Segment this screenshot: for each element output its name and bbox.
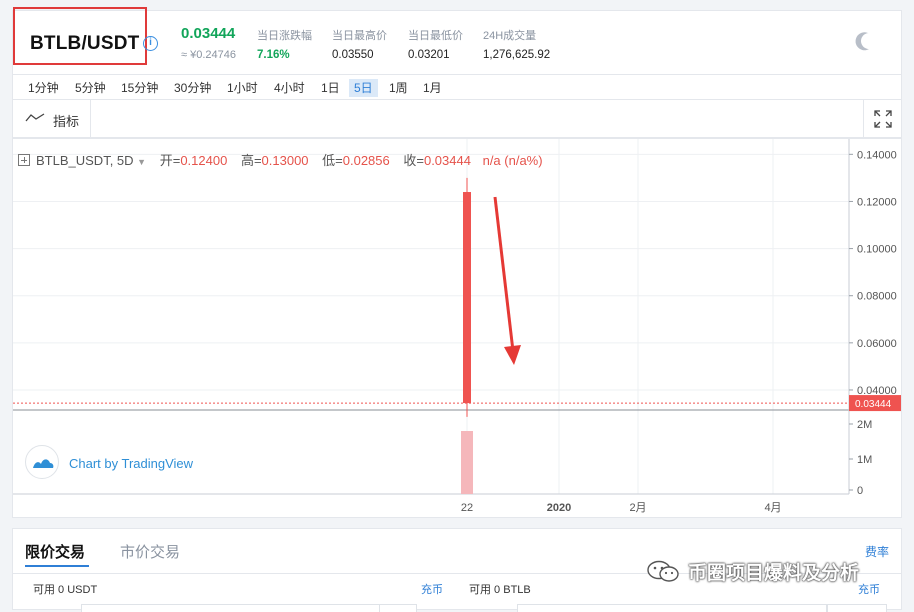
time-tick-label: 22	[461, 502, 473, 514]
volume-bar	[461, 431, 473, 494]
last-price: 0.03444	[181, 25, 236, 42]
sell-price-unit	[827, 604, 887, 612]
chart-toolbar: 指标	[12, 100, 902, 138]
symbol-label[interactable]: BTLB_USDT, 5D	[36, 153, 134, 168]
stat-label: 当日涨跌幅	[257, 30, 312, 42]
stat-value: 0.03550	[332, 49, 374, 61]
ticker-header: BTLB/USDT i 0.03444 ≈ ¥0.24746 当日涨跌幅 7.1…	[12, 7, 902, 74]
close-value: 0.03444	[423, 153, 471, 168]
interval-30m[interactable]: 30分钟	[169, 79, 216, 97]
indicator-wave-icon	[25, 113, 45, 122]
interval-bar: 1分钟 5分钟 15分钟 30分钟 1小时 4小时 1日 5日 1周 1月	[12, 74, 902, 100]
annotation-arrow-head	[504, 345, 521, 365]
stat-label: 24H成交量	[483, 30, 537, 42]
time-tick-label: 2月	[629, 502, 646, 514]
stat-change: 当日涨跌幅 7.16%	[257, 27, 312, 61]
annotation-arrow-shaft	[493, 196, 515, 352]
active-tab-underline	[25, 565, 89, 567]
close-label: 收=	[403, 153, 424, 168]
sell-price-input[interactable]	[517, 604, 827, 612]
sell-available: 可用 0 BTLB	[469, 584, 531, 596]
price-chart[interactable]: 0.03444 0.14000 0.12000 0.10000 0.08000 0.060…	[12, 138, 902, 518]
buy-deposit-link[interactable]: 充币	[421, 581, 443, 597]
price-tick-label: 0.10000	[857, 244, 897, 256]
tradingview-label[interactable]: Chart by TradingView	[69, 456, 193, 471]
low-label: 低=	[322, 153, 343, 168]
tab-limit-order[interactable]: 限价交易	[25, 541, 85, 562]
sell-deposit-link[interactable]: 充币	[858, 581, 880, 597]
price-tick-label: 0.14000	[857, 149, 897, 161]
interval-15m[interactable]: 15分钟	[116, 79, 163, 97]
candle-body	[463, 192, 471, 404]
pair-title[interactable]: BTLB/USDT	[30, 33, 139, 55]
price-tick-label: 0.12000	[857, 196, 897, 208]
stat-volume: 24H成交量 1,276,625.92	[483, 27, 550, 61]
volume-tick-label: 1M	[857, 454, 872, 466]
interval-5d[interactable]: 5日	[349, 79, 378, 97]
interval-1h[interactable]: 1小时	[222, 79, 263, 97]
stat-label: 当日最高价	[332, 30, 387, 42]
exchange-page: BTLB/USDT i 0.03444 ≈ ¥0.24746 当日涨跌幅 7.1…	[0, 0, 914, 612]
open-value: 0.12400	[180, 153, 228, 168]
info-icon[interactable]: i	[143, 36, 158, 51]
tab-market-order[interactable]: 市价交易	[120, 541, 180, 562]
change-value: n/a (n/a%)	[482, 153, 543, 168]
time-tick-label: 4月	[764, 502, 781, 514]
stat-value: 0.03201	[408, 49, 450, 61]
interval-1mo[interactable]: 1月	[418, 79, 447, 97]
buy-price-input[interactable]	[81, 604, 381, 612]
dropdown-caret-icon[interactable]: ▼	[137, 157, 146, 167]
wechat-icon	[647, 560, 679, 582]
price-tick-label: 0.04000	[857, 385, 897, 397]
high-value: 0.13000	[261, 153, 309, 168]
stat-label: 当日最低价	[408, 30, 463, 42]
interval-4h[interactable]: 4小时	[269, 79, 310, 97]
chart-legend: BTLB_USDT, 5D ▼ 开=0.12400 高=0.13000 低=0.…	[18, 150, 543, 169]
price-tick-label: 0.06000	[857, 338, 897, 350]
last-price-tag-label: 0.03444	[855, 399, 892, 410]
open-label: 开=	[159, 153, 181, 168]
volume-tick-label: 0	[857, 485, 863, 497]
stat-value: 7.16%	[257, 49, 290, 61]
expand-legend-icon[interactable]	[18, 154, 30, 166]
price-tick-label: 0.08000	[857, 291, 897, 303]
fullscreen-button[interactable]	[863, 100, 901, 137]
indicators-button[interactable]: 指标	[13, 100, 91, 137]
moon-icon[interactable]	[858, 30, 880, 52]
cny-price: ≈ ¥0.24746	[181, 49, 236, 61]
stat-low: 当日最低价 0.03201	[408, 27, 463, 61]
buy-price-unit	[379, 604, 417, 612]
time-tick-label: 2020	[547, 502, 571, 514]
fee-rate-link[interactable]: 费率	[865, 543, 889, 560]
indicators-label: 指标	[53, 114, 80, 129]
low-value: 0.02856	[342, 153, 390, 168]
interval-5m[interactable]: 5分钟	[70, 79, 111, 97]
stat-value: 1,276,625.92	[483, 49, 551, 61]
fullscreen-icon	[874, 110, 892, 128]
interval-1w[interactable]: 1周	[384, 79, 413, 97]
stat-high: 当日最高价 0.03550	[332, 27, 387, 61]
high-label: 高=	[240, 153, 262, 168]
watermark-text: 币圈项目爆料及分析	[688, 563, 860, 584]
buy-available: 可用 0 USDT	[33, 584, 98, 596]
interval-1m[interactable]: 1分钟	[23, 79, 64, 97]
tradingview-logo-icon[interactable]	[25, 445, 59, 479]
volume-tick-label: 2M	[857, 419, 872, 431]
interval-1d[interactable]: 1日	[316, 79, 345, 97]
